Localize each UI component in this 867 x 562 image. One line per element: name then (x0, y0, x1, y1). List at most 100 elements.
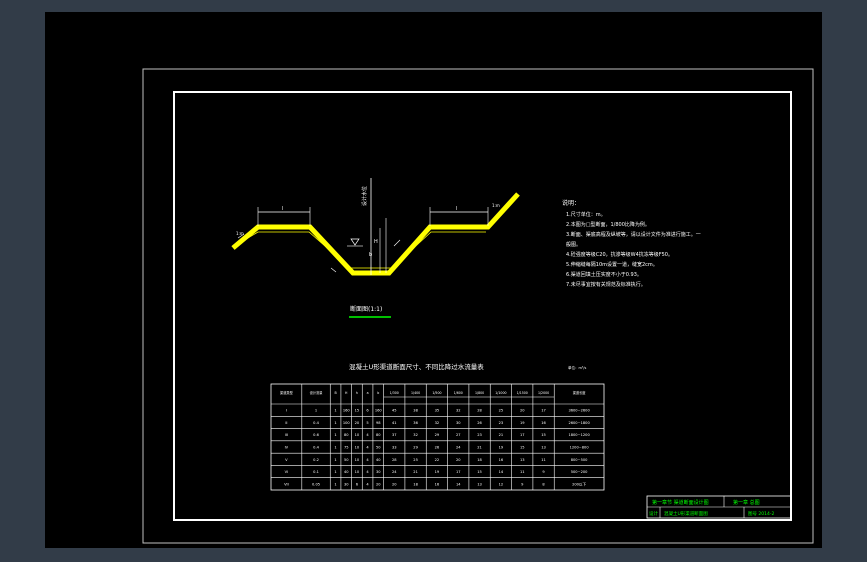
table-cell: 50 (376, 446, 381, 450)
table-header-cell: 1/600 (454, 391, 463, 395)
table-title: 混凝土U形渠道断面尺寸、不同比降过水流量表 (349, 362, 484, 371)
table-cell: 13 (477, 482, 482, 486)
table-cell: 20 (376, 482, 381, 486)
table-cell: 20 (456, 458, 461, 462)
table-cell: 40 (376, 458, 381, 462)
note-line: 3.断面、渠底高程及纵坡等，请以设计文件为准进行施工。一 (566, 231, 701, 238)
table-cell: 29 (435, 433, 440, 437)
table-cell: 10 (355, 433, 360, 437)
table-cell: 41 (392, 421, 397, 425)
table-header-cell: 1/500 (432, 391, 441, 395)
table-cell: 0.2 (313, 458, 319, 462)
table-cell: 1 (334, 458, 336, 462)
table-cell: 33 (392, 446, 397, 450)
table-cell: 0.05 (312, 482, 320, 486)
table-cell: 12 (499, 482, 504, 486)
table-cell: 24 (392, 470, 397, 474)
table-cell: 160 (375, 409, 383, 413)
table-cell: III (285, 433, 288, 437)
table-cell: 1 (315, 409, 317, 413)
table-cell: 18 (477, 458, 482, 462)
table-cell: 21 (499, 433, 504, 437)
table-header-cell: 1/2000 (538, 391, 549, 395)
table-cell: 17 (456, 470, 461, 474)
table-cell: 19 (499, 446, 504, 450)
title-block-row2-b: 混凝土U形渠道断面图 (664, 510, 708, 517)
table-cell: 37 (392, 433, 397, 437)
table-cell: 160 (343, 409, 351, 413)
table-cell: 200以下 (572, 482, 586, 486)
table-cell: 32 (435, 421, 440, 425)
table-cell: 1200~800 (570, 446, 590, 450)
table-cell: 1 (334, 421, 336, 425)
note-line: 4.砼强度等级C20，抗渗等级W4抗冻等级F50。 (566, 251, 673, 258)
table-header-cell: a (367, 391, 369, 395)
table-cell: 20 (392, 482, 397, 486)
table-cell: 0.1 (313, 470, 319, 474)
table-cell: 10 (355, 470, 360, 474)
table-cell: 14 (499, 470, 504, 474)
table-cell: 35 (435, 409, 440, 413)
table-cell: IV (285, 446, 289, 450)
table-cell: 75 (344, 446, 349, 450)
table-cell: 0.6 (313, 433, 319, 437)
table-cell: 19 (520, 421, 525, 425)
table-cell: 40 (344, 470, 349, 474)
table-cell: 1 (334, 446, 336, 450)
table-cell: 16 (541, 421, 546, 425)
dim-label-left: l (282, 206, 283, 212)
table-cell: 21 (477, 446, 482, 450)
table-cell: 16 (435, 482, 440, 486)
table-cell: 26 (477, 421, 482, 425)
note-line: 般图。 (566, 241, 581, 248)
table-header-cell: 渠道类型 (280, 390, 294, 395)
table-cell: 2600~1800 (568, 421, 590, 425)
table-cell: 800~500 (571, 458, 588, 462)
table-cell: 29 (413, 446, 418, 450)
right-slope-label: 1:m (492, 203, 500, 208)
table-cell: 27 (456, 433, 461, 437)
table-cell: 36 (413, 421, 418, 425)
table-cell: 98 (376, 421, 381, 425)
table-header-cell: B (334, 391, 336, 395)
table-cell: 20 (355, 421, 360, 425)
table-header-cell: 1/800 (475, 391, 484, 395)
table-cell: 3600~2600 (568, 409, 590, 413)
table-unit-label: 单位：m³/s (568, 365, 586, 370)
table-cell: 22 (435, 458, 440, 462)
table-cell: 1 (334, 433, 336, 437)
table-cell: VII (284, 482, 289, 486)
table-header-cell: 渠道长度 (573, 390, 587, 395)
table-cell: 80 (376, 433, 381, 437)
dim-h-label: H (374, 239, 378, 245)
table-cell: VI (285, 470, 289, 474)
table-header-cell: b (377, 391, 379, 395)
table-cell: 24 (456, 446, 461, 450)
table-cell: 23 (477, 433, 482, 437)
title-block-row2-c: 图号 2014-2 (748, 511, 775, 517)
table-cell: 38 (413, 409, 418, 413)
notes-title: 说明： (562, 199, 580, 207)
table-header-cell: h (356, 391, 358, 395)
table-header-cell: 1/300 (390, 391, 399, 395)
table-cell: 14 (456, 482, 461, 486)
title-block-row1-left: 第一章节 渠道断面设计图 (652, 499, 709, 506)
table-cell: 13 (541, 446, 546, 450)
table-header-cell: 1/1500 (517, 391, 528, 395)
table-cell: 45 (392, 409, 397, 413)
table-cell: 0.4 (313, 421, 319, 425)
table-cell: 1 (334, 409, 336, 413)
table-cell: 25 (413, 458, 418, 462)
table-cell: 80 (344, 433, 349, 437)
table-cell: 28 (392, 458, 397, 462)
table-cell: 100 (343, 421, 351, 425)
table-cell: 1 (334, 482, 336, 486)
table-cell: 16 (499, 458, 504, 462)
note-line: 2.本图为□型断面，1/800比降为例。 (566, 221, 650, 228)
section-caption: 断面图(1:1) (350, 305, 382, 313)
left-slope-label: 1:m (236, 231, 244, 236)
table-cell: 15 (541, 433, 546, 437)
table-cell: 30 (344, 482, 349, 486)
table-header-cell: 1/1000 (495, 391, 506, 395)
table-header-cell: 设计流量 (310, 390, 324, 395)
